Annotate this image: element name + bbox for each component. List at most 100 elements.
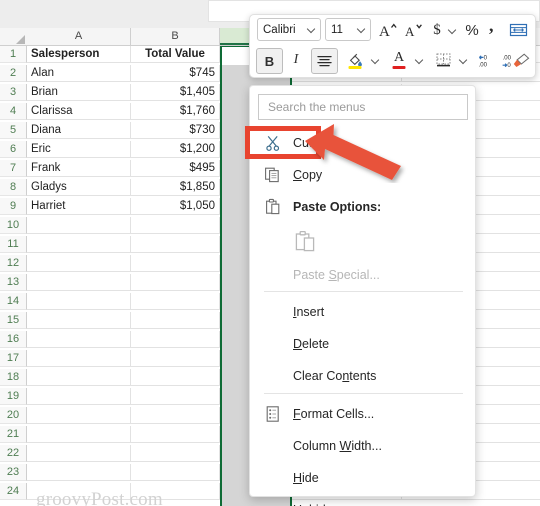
paste-clipboard-button[interactable] [293,229,319,255]
selection-border-left [220,46,222,506]
clipboard-icon [264,198,282,216]
paste-clipboard-icon [295,230,315,252]
row-header-4[interactable]: 4 [0,103,27,120]
row-header-8[interactable]: 8 [0,179,27,196]
borders-icon [436,53,450,67]
search-the-menus-input[interactable]: Search the menus [258,94,468,120]
shrink-font-button[interactable]: A [402,17,426,43]
cell-b1[interactable]: Total Value [131,46,220,63]
bold-button[interactable]: B [256,48,283,74]
row-header-23[interactable]: 23 [0,464,27,481]
chevron-down-icon [416,56,425,65]
menu-item-column-width[interactable]: Column Width... [250,432,477,460]
font-color-dropdown-button[interactable] [413,48,427,72]
paste-option-row[interactable] [250,225,477,259]
row-header-5[interactable]: 5 [0,122,27,139]
row-header-10[interactable]: 10 [0,217,27,234]
chevron-down-icon [308,25,317,34]
row-header-14[interactable]: 14 [0,293,27,310]
menu-item-hide[interactable]: Hide [250,464,477,492]
accounting-format-button[interactable] [506,17,530,43]
fill-color-dropdown-button[interactable] [369,48,383,72]
row-header-17[interactable]: 17 [0,350,27,367]
menu-item-unhide[interactable]: Unhide [250,496,477,506]
comma-style-button[interactable]: , [484,17,504,43]
percent-button[interactable]: % [462,17,482,43]
row-header-13[interactable]: 13 [0,274,27,291]
cell-a8[interactable]: Gladys [27,179,131,196]
font-name-combo[interactable]: Calibri [257,18,321,41]
select-all-corner[interactable] [0,28,28,45]
grow-font-button[interactable]: A [376,17,400,43]
cell-a7[interactable]: Frank [27,160,131,177]
currency-dropdown-button[interactable] [446,17,460,43]
chevron-down-icon [372,56,381,65]
cell-a2[interactable]: Alan [27,65,131,82]
column-header-a-label: A [74,30,83,42]
menu-item-hide-label: Hide [293,471,319,485]
row-header-1[interactable]: 1 [0,46,27,63]
svg-text:0: 0 [484,55,488,61]
cell-b8[interactable]: $1,850 [131,179,220,196]
row-header-12[interactable]: 12 [0,255,27,272]
cell-b7[interactable]: $495 [131,160,220,177]
fill-color-button[interactable] [342,48,368,72]
comma-icon: , [489,21,494,35]
row-header-9[interactable]: 9 [0,198,27,215]
column-header-a[interactable]: A [27,28,131,45]
row-header-3[interactable]: 3 [0,84,27,101]
row-header-7[interactable]: 7 [0,160,27,177]
row-header-21[interactable]: 21 [0,426,27,443]
format-painter-button[interactable] [508,48,534,72]
italic-button[interactable]: I [284,48,308,72]
font-size-value: 11 [331,23,343,36]
excel-screenshot: A B C D 1 2 3 4 5 6 7 8 9 10 11 12 13 14… [0,0,540,506]
cell-b2[interactable]: $745 [131,65,220,82]
column-header-b[interactable]: B [131,28,220,45]
chevron-down-icon [449,26,458,35]
svg-text:.00: .00 [479,62,488,68]
cell-b4[interactable]: $1,760 [131,103,220,120]
borders-button[interactable] [430,48,456,72]
menu-item-delete[interactable]: Delete [250,330,477,358]
row-header-24[interactable]: 24 [0,483,27,500]
menu-item-column-width-label: Column Width... [293,439,382,453]
align-center-icon [317,55,332,66]
cell-b5[interactable]: $730 [131,122,220,139]
menu-item-insert[interactable]: Insert [250,298,477,326]
cell-b6[interactable]: $1,200 [131,141,220,158]
cell-b9[interactable]: $1,050 [131,198,220,215]
row-header-2[interactable]: 2 [0,65,27,82]
row-header-19[interactable]: 19 [0,388,27,405]
decrease-decimal-icon: 0 .00 [479,55,488,68]
menu-item-format-cells[interactable]: Format Cells... [250,400,477,428]
row-header-16[interactable]: 16 [0,331,27,348]
mini-toolbar[interactable]: Calibri 11 A A $ % , B I A 0 .00 .00 0 [249,14,536,78]
cell-a3[interactable]: Brian [27,84,131,101]
menu-item-insert-label: Insert [293,305,325,319]
cell-a9[interactable]: Harriet [27,198,131,215]
row-header-11[interactable]: 11 [0,236,27,253]
font-name-value: Calibri [263,23,296,36]
cell-a5[interactable]: Diana [27,122,131,139]
align-center-button[interactable] [311,48,338,74]
cell-a1[interactable]: Salesperson [27,46,131,63]
decrease-decimal-button[interactable]: 0 .00 [474,48,498,72]
cell-a4[interactable]: Clarissa [27,103,131,120]
row-header-6[interactable]: 6 [0,141,27,158]
currency-button[interactable]: $ [428,17,446,43]
row-header-18[interactable]: 18 [0,369,27,386]
search-placeholder: Search the menus [268,100,366,114]
fill-color-swatch [348,66,362,69]
cell-b3[interactable]: $1,405 [131,84,220,101]
cell-a6[interactable]: Eric [27,141,131,158]
font-size-combo[interactable]: 11 [325,18,371,41]
row-header-20[interactable]: 20 [0,407,27,424]
menu-item-delete-label: Delete [293,337,330,351]
borders-dropdown-button[interactable] [457,48,471,72]
row-header-22[interactable]: 22 [0,445,27,462]
menu-item-clear-contents[interactable]: Clear Contents [250,362,477,390]
font-color-button[interactable]: A [386,48,412,72]
row-header-15[interactable]: 15 [0,312,27,329]
menu-item-clear-contents-label: Clear Contents [293,369,377,383]
